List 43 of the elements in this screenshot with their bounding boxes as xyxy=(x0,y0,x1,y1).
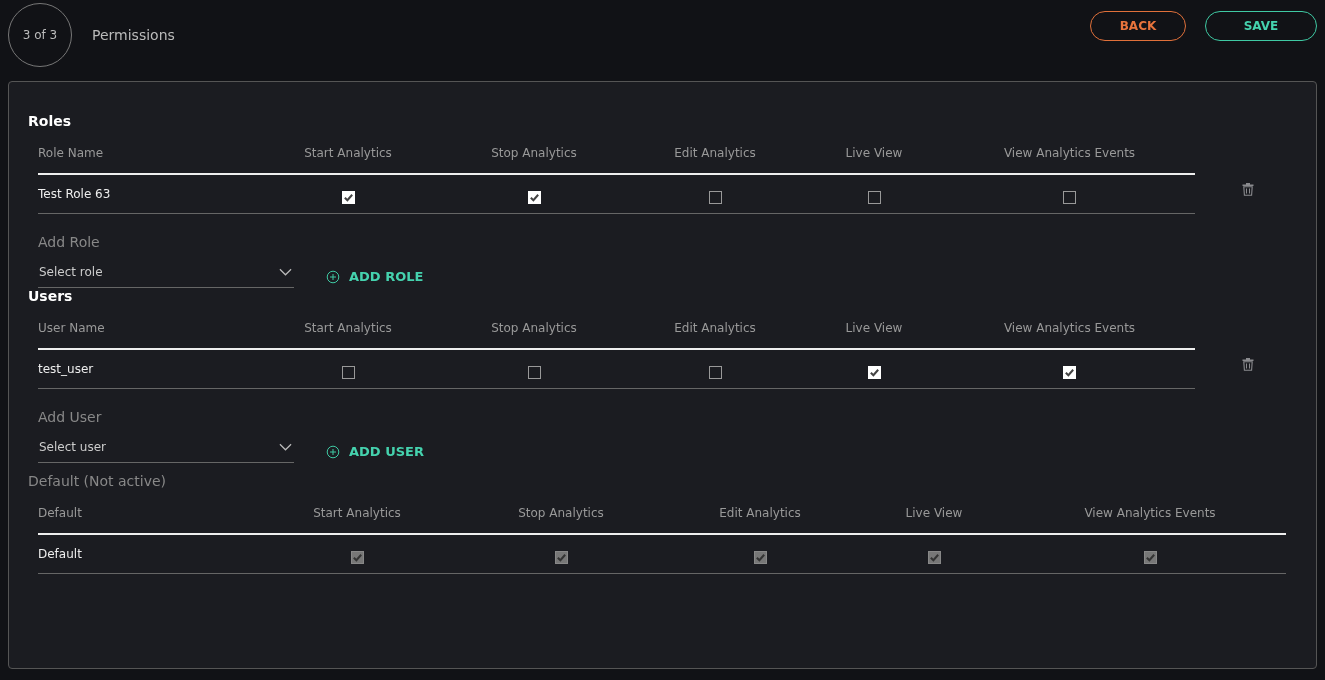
trash-icon[interactable] xyxy=(1242,182,1254,196)
trash-icon[interactable] xyxy=(1242,357,1254,371)
column-header: Stop Analytics xyxy=(490,321,578,335)
column-header: View Analytics Events xyxy=(1002,146,1137,160)
checkbox[interactable] xyxy=(708,365,722,379)
chevron-down-icon xyxy=(279,267,292,276)
column-header: Default xyxy=(38,506,83,520)
section-title: Users xyxy=(28,288,74,306)
column-header: View Analytics Events xyxy=(1083,506,1217,520)
column-header: Edit Analytics xyxy=(718,506,802,520)
table-cell-text: Default xyxy=(38,547,83,561)
field-label: Add User xyxy=(38,409,103,427)
field-label: Add Role xyxy=(38,234,101,252)
plus-circle-icon xyxy=(326,444,340,459)
column-header: Role Name xyxy=(38,146,105,160)
column-header: Live View xyxy=(904,506,964,520)
checkbox[interactable] xyxy=(527,365,541,379)
select-dropdown[interactable]: Select role xyxy=(38,256,294,288)
add-button[interactable]: ADD ROLE xyxy=(324,269,426,284)
column-header: View Analytics Events xyxy=(1002,321,1137,335)
column-header: Stop Analytics xyxy=(490,146,578,160)
select-dropdown[interactable]: Select user xyxy=(38,431,294,463)
checkbox[interactable] xyxy=(867,190,881,204)
checkbox[interactable] xyxy=(708,190,722,204)
column-header: Start Analytics xyxy=(303,146,393,160)
plus-circle-icon xyxy=(326,269,340,284)
checkbox[interactable] xyxy=(341,365,355,379)
section-title: Default (Not active) xyxy=(28,473,168,491)
table-cell-text: Test Role 63 xyxy=(38,187,112,201)
column-header: Stop Analytics xyxy=(517,506,605,520)
column-header: Edit Analytics xyxy=(673,321,757,335)
column-header: Live View xyxy=(844,321,904,335)
page-title: Permissions xyxy=(92,27,175,43)
column-header: Start Analytics xyxy=(312,506,402,520)
checkbox[interactable] xyxy=(1063,190,1076,204)
table-cell-text: test_user xyxy=(38,362,95,376)
column-header: Edit Analytics xyxy=(673,146,757,160)
column-header: Start Analytics xyxy=(303,321,393,335)
add-button[interactable]: ADD USER xyxy=(324,444,426,459)
chevron-down-icon xyxy=(279,442,292,451)
section-title: Roles xyxy=(28,113,73,131)
column-header: Live View xyxy=(844,146,904,160)
column-header: User Name xyxy=(38,321,106,335)
